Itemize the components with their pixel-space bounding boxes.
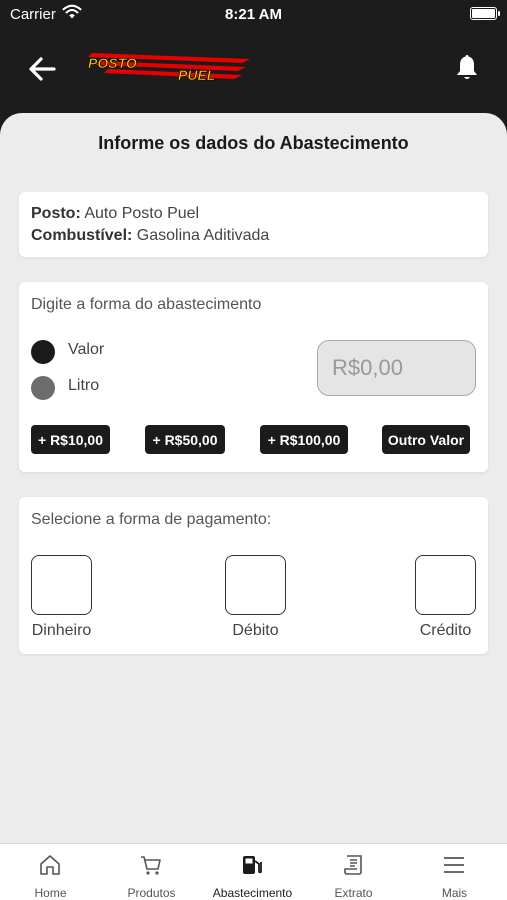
payment-card: Selecione a forma de pagamento: Dinheiro… — [19, 497, 488, 654]
nav-item-mais[interactable]: Mais — [404, 844, 505, 900]
radio-litro[interactable] — [31, 376, 55, 400]
quick-amount-100-button[interactable]: + R$100,00 — [260, 425, 348, 454]
posto-puel-logo: POSTO PUEL — [88, 53, 250, 83]
nav-label-extrato: Extrato — [334, 886, 373, 900]
nav-label-home: Home — [34, 886, 67, 900]
notification-bell-icon[interactable] — [452, 52, 482, 82]
payment-label: Selecione a forma de pagamento: — [31, 511, 272, 528]
status-bar: Carrier 8:21 AM — [0, 0, 507, 28]
payment-option-dinheiro[interactable] — [31, 555, 92, 615]
quick-amount-50-button[interactable]: + R$50,00 — [145, 425, 225, 454]
station-info-card: Posto: Auto Posto Puel Combustível: Gaso… — [19, 192, 488, 257]
payment-option-credito[interactable] — [415, 555, 476, 615]
posto-label: Posto: — [31, 205, 81, 222]
fuel-pump-icon — [243, 856, 262, 874]
nav-item-home[interactable]: Home — [0, 844, 101, 900]
home-icon — [40, 855, 60, 875]
battery-icon — [470, 7, 500, 20]
payment-label-credito[interactable]: Crédito — [409, 622, 482, 640]
amount-input[interactable]: R$0,00 — [317, 340, 476, 396]
clock-text: 8:21 AM — [225, 6, 282, 23]
menu-icon — [444, 857, 464, 873]
nav-item-abastecimento[interactable]: Abastecimento — [202, 844, 303, 900]
combustivel-line: Combustível: Gasolina Aditivada — [31, 227, 269, 245]
combustivel-value: Gasolina Aditivada — [136, 227, 270, 244]
bottom-nav: Home Produtos Abastecimento Extrato Mais — [0, 843, 507, 900]
nav-label-mais: Mais — [441, 886, 468, 900]
posto-line: Posto: Auto Posto Puel — [31, 205, 199, 223]
payment-option-debito[interactable] — [225, 555, 286, 615]
other-amount-button[interactable]: Outro Valor — [382, 425, 470, 454]
nav-item-produtos[interactable]: Produtos — [101, 844, 202, 900]
nav-item-extrato[interactable]: Extrato — [303, 844, 404, 900]
cart-icon — [141, 856, 161, 875]
nav-label-produtos: Produtos — [127, 886, 176, 900]
combustivel-label: Combustível: — [31, 227, 133, 244]
payment-label-dinheiro[interactable]: Dinheiro — [31, 622, 92, 640]
logo-text-posto: POSTO — [88, 55, 137, 71]
radio-valor-label[interactable]: Valor — [68, 341, 104, 359]
fuel-form-label: Digite a forma do abastecimento — [31, 296, 262, 313]
logo-text-puel: PUEL — [178, 67, 215, 83]
receipt-icon — [344, 855, 362, 875]
posto-value: Auto Posto Puel — [84, 205, 200, 222]
quick-amount-10-button[interactable]: + R$10,00 — [31, 425, 110, 454]
radio-litro-label[interactable]: Litro — [68, 377, 99, 395]
back-arrow-icon[interactable] — [24, 54, 60, 84]
page-title: Informe os dados do Abastecimento — [98, 133, 409, 153]
radio-valor[interactable] — [31, 340, 55, 364]
payment-label-debito[interactable]: Débito — [225, 622, 286, 640]
nav-label-abastecimento: Abastecimento — [212, 886, 293, 900]
fuel-form-card: Digite a forma do abastecimento Valor Li… — [19, 282, 488, 472]
